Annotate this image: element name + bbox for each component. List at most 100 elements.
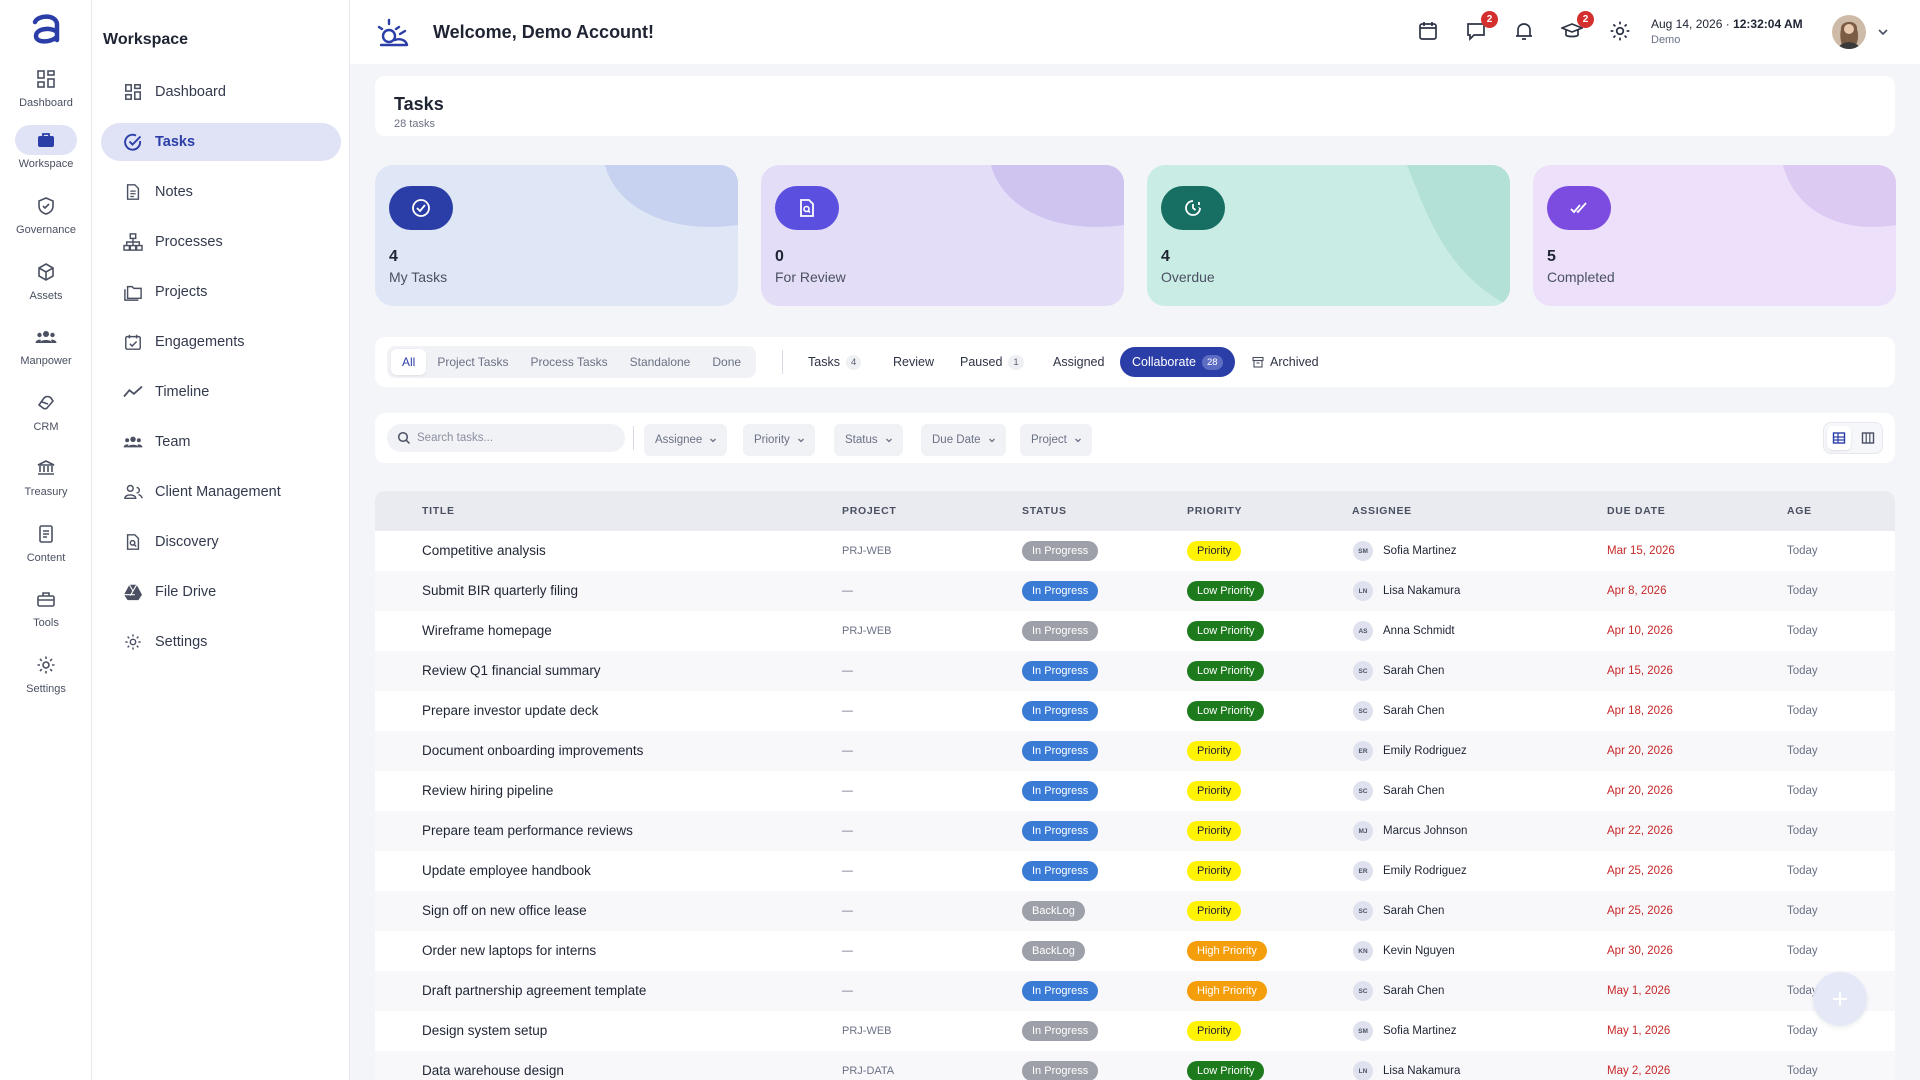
status-badge[interactable]: In Progress: [1022, 781, 1099, 801]
status-badge[interactable]: In Progress: [1022, 861, 1099, 881]
board-view-icon[interactable]: [1856, 426, 1880, 450]
priority-badge[interactable]: Priority: [1187, 541, 1242, 561]
priority-badge[interactable]: Low Priority: [1187, 661, 1265, 681]
table-row[interactable]: Prepare team performance reviews — In Prog…: [375, 811, 1895, 851]
task-title[interactable]: Order new laptops for interns: [422, 943, 596, 958]
tab-done[interactable]: Done: [701, 349, 752, 375]
rail-item-workspace[interactable]: Workspace: [0, 125, 92, 181]
priority-badge[interactable]: High Priority: [1187, 981, 1267, 1001]
priority-badge[interactable]: Priority: [1187, 741, 1242, 761]
priority-filter[interactable]: Priority: [743, 424, 815, 456]
priority-badge[interactable]: Low Priority: [1187, 1061, 1265, 1080]
add-task-button[interactable]: [1813, 972, 1867, 1026]
table-row[interactable]: Data warehouse design PRJ-DATA In Progress…: [375, 1051, 1895, 1080]
task-title[interactable]: Data warehouse design: [422, 1063, 564, 1078]
column-header-due-date[interactable]: DUE DATE: [1607, 505, 1666, 517]
priority-badge[interactable]: Low Priority: [1187, 581, 1265, 601]
tab-tasks[interactable]: Tasks 4: [796, 347, 873, 377]
table-row[interactable]: Wireframe homepage PRJ-WEB In Progress Low …: [375, 611, 1895, 651]
rail-item-dashboard[interactable]: Dashboard: [0, 64, 92, 120]
rail-item-assets[interactable]: Assets: [0, 257, 92, 313]
table-row[interactable]: Review Q1 financial summary — In Progress L…: [375, 651, 1895, 691]
tab-paused[interactable]: Paused 1: [948, 347, 1036, 377]
assignee-cell[interactable]: SC Sarah Chen: [1353, 981, 1444, 1001]
status-badge[interactable]: In Progress: [1022, 741, 1099, 761]
bell-icon[interactable]: [1513, 20, 1537, 44]
priority-badge[interactable]: Low Priority: [1187, 701, 1265, 721]
status-badge[interactable]: BackLog: [1022, 941, 1085, 961]
sidebar-item-processes[interactable]: Processes: [101, 223, 341, 261]
task-title[interactable]: Review hiring pipeline: [422, 783, 553, 798]
priority-badge[interactable]: Priority: [1187, 1021, 1242, 1041]
table-row[interactable]: Order new laptops for interns — BackLog Hig…: [375, 931, 1895, 971]
due-date-filter[interactable]: Due Date: [921, 424, 1006, 456]
priority-badge[interactable]: Low Priority: [1187, 621, 1265, 641]
sidebar-item-client-management[interactable]: Client Management: [101, 473, 341, 511]
rail-item-settings[interactable]: Settings: [0, 650, 92, 706]
table-row[interactable]: Competitive analysis PRJ-WEB In Progress Pr…: [375, 531, 1895, 571]
rail-item-governance[interactable]: Governance: [0, 191, 92, 247]
gear-icon[interactable]: [1609, 20, 1633, 44]
priority-badge[interactable]: Priority: [1187, 901, 1242, 921]
status-badge[interactable]: In Progress: [1022, 701, 1099, 721]
assignee-cell[interactable]: SM Sofia Martinez: [1353, 541, 1457, 561]
sidebar-item-discovery[interactable]: Discovery: [101, 523, 341, 561]
task-title[interactable]: Submit BIR quarterly filing: [422, 583, 578, 598]
column-header-priority[interactable]: PRIORITY: [1187, 505, 1242, 517]
sidebar-item-settings[interactable]: Settings: [101, 623, 341, 661]
table-row[interactable]: Document onboarding improvements — In Prog…: [375, 731, 1895, 771]
avatar[interactable]: [1832, 15, 1866, 49]
task-title[interactable]: Draft partnership agreement template: [422, 983, 646, 998]
assignee-cell[interactable]: SC Sarah Chen: [1353, 701, 1444, 721]
status-filter[interactable]: Status: [834, 424, 903, 456]
sidebar-item-file-drive[interactable]: File Drive: [101, 573, 341, 611]
assignee-cell[interactable]: SC Sarah Chen: [1353, 901, 1444, 921]
assignee-cell[interactable]: KN Kevin Nguyen: [1353, 941, 1455, 961]
task-title[interactable]: Sign off on new office lease: [422, 903, 587, 918]
assignee-cell[interactable]: SM Sofia Martinez: [1353, 1021, 1457, 1041]
column-header-project[interactable]: PROJECT: [842, 505, 897, 517]
rail-item-manpower[interactable]: Manpower: [0, 322, 92, 378]
app-logo-icon[interactable]: [26, 10, 66, 50]
sidebar-item-notes[interactable]: Notes: [101, 173, 341, 211]
priority-badge[interactable]: Priority: [1187, 781, 1242, 801]
assignee-cell[interactable]: LN Lisa Nakamura: [1353, 581, 1460, 601]
sidebar-item-tasks[interactable]: Tasks: [101, 123, 341, 161]
assignee-cell[interactable]: LN Lisa Nakamura: [1353, 1061, 1460, 1080]
priority-badge[interactable]: Priority: [1187, 821, 1242, 841]
tab-review[interactable]: Review: [881, 347, 946, 377]
chevron-down-icon[interactable]: [1875, 24, 1891, 40]
table-row[interactable]: Draft partnership agreement template — In …: [375, 971, 1895, 1011]
task-title[interactable]: Wireframe homepage: [422, 623, 552, 638]
status-badge[interactable]: In Progress: [1022, 621, 1099, 641]
stat-card-for-review[interactable]: 0 For Review: [761, 165, 1124, 306]
task-title[interactable]: Prepare team performance reviews: [422, 823, 633, 838]
table-row[interactable]: Update employee handbook — In Progress Prio…: [375, 851, 1895, 891]
table-row[interactable]: Prepare investor update deck — In Progress…: [375, 691, 1895, 731]
status-badge[interactable]: In Progress: [1022, 581, 1099, 601]
assignee-cell[interactable]: ER Emily Rodriguez: [1353, 741, 1467, 761]
column-header-title[interactable]: TITLE: [422, 505, 455, 517]
stat-card-my-tasks[interactable]: 4 My Tasks: [375, 165, 738, 306]
table-row[interactable]: Review hiring pipeline — In Progress Priori…: [375, 771, 1895, 811]
stat-card-completed[interactable]: 5 Completed: [1533, 165, 1896, 306]
assignee-filter[interactable]: Assignee: [644, 424, 728, 456]
sidebar-item-timeline[interactable]: Timeline: [101, 373, 341, 411]
tab-project-tasks[interactable]: Project Tasks: [426, 349, 519, 375]
project-filter[interactable]: Project: [1020, 424, 1092, 456]
column-header-assignee[interactable]: ASSIGNEE: [1352, 505, 1412, 517]
status-badge[interactable]: In Progress: [1022, 821, 1099, 841]
task-title[interactable]: Document onboarding improvements: [422, 743, 643, 758]
rail-item-content[interactable]: Content: [0, 519, 92, 575]
status-badge[interactable]: In Progress: [1022, 661, 1099, 681]
task-title[interactable]: Update employee handbook: [422, 863, 591, 878]
priority-badge[interactable]: Priority: [1187, 861, 1242, 881]
status-badge[interactable]: In Progress: [1022, 1021, 1099, 1041]
tab-all[interactable]: All: [391, 349, 427, 375]
status-badge[interactable]: In Progress: [1022, 981, 1099, 1001]
priority-badge[interactable]: High Priority: [1187, 941, 1267, 961]
task-title[interactable]: Review Q1 financial summary: [422, 663, 601, 678]
status-badge[interactable]: BackLog: [1022, 901, 1085, 921]
table-view-icon[interactable]: [1826, 426, 1851, 450]
assignee-cell[interactable]: SC Sarah Chen: [1353, 781, 1444, 801]
